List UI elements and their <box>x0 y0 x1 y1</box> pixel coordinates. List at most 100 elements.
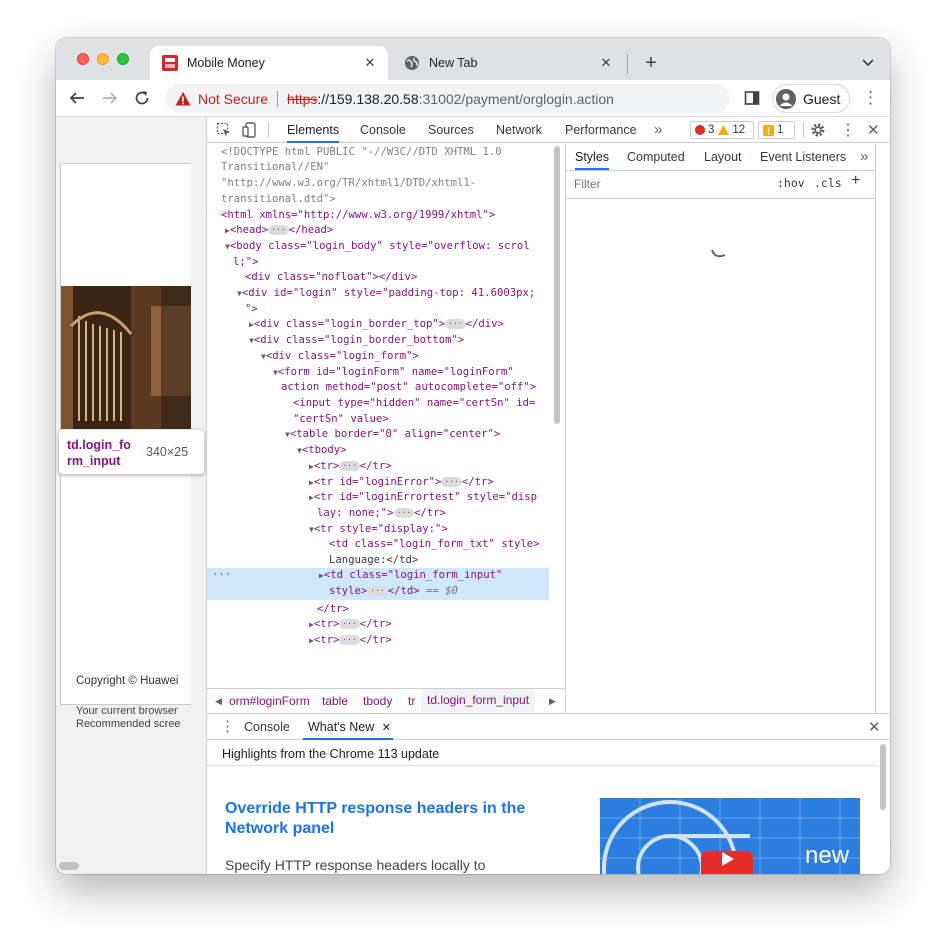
ellipsis-icon[interactable]: ··· <box>268 225 289 235</box>
close-window-button[interactable] <box>77 53 89 65</box>
tab-sources[interactable]: Sources <box>428 117 474 143</box>
dom-node-head[interactable]: ▶<head> ··· </head> <box>225 223 565 239</box>
dom-node-tbody[interactable]: ▼<tbody> <box>297 443 565 459</box>
dom-node-tr[interactable]: ▶<tr> ··· </tr> <box>309 633 565 648</box>
reading-list-button[interactable] <box>741 87 763 109</box>
ellipsis-icon[interactable]: ··· <box>445 319 466 329</box>
dom-node-input[interactable]: <input type="hidden" name="certSn" id= <box>293 396 565 412</box>
omnibox-divider <box>277 90 279 107</box>
new-tab-button[interactable]: + <box>640 52 662 74</box>
breadcrumb-right-icon[interactable]: ▶ <box>549 696 556 707</box>
elements-tree[interactable]: <!DOCTYPE html PUBLIC "-//W3C//DTD XHTML… <box>207 144 565 648</box>
dom-node-login-form[interactable]: ▼<div class="login_form"> <box>261 349 565 365</box>
reload-button[interactable] <box>131 87 153 109</box>
tab-network[interactable]: Network <box>496 117 542 143</box>
breadcrumb-item[interactable]: tr <box>408 694 415 708</box>
styles-pane: Styles Computed Layout Event Listeners »… <box>566 144 890 713</box>
ellipsis-icon[interactable]: ··· <box>339 461 360 471</box>
breadcrumb-item[interactable]: table <box>322 694 348 708</box>
warning-icon <box>718 125 730 135</box>
device-toolbar-icon[interactable] <box>242 122 258 138</box>
tab-search-chevron-icon[interactable] <box>858 53 878 73</box>
dom-node-border-top[interactable]: ▶<div class="login_border_top"> ··· </div> <box>249 317 565 333</box>
more-tabs-icon[interactable]: » <box>860 144 868 170</box>
dom-line: l;"> <box>233 256 259 268</box>
tab-styles[interactable]: Styles <box>575 144 610 170</box>
back-button[interactable] <box>66 87 88 109</box>
not-secure-label[interactable]: Not Secure <box>198 91 268 107</box>
forward-arrow-icon <box>103 92 118 104</box>
ellipsis-icon[interactable]: ··· <box>441 477 462 487</box>
styles-filter-input[interactable]: Filter <box>570 175 766 193</box>
horizontal-scrollbar[interactable] <box>59 862 79 870</box>
settings-gear-icon[interactable] <box>810 122 826 138</box>
whats-new-heading: Highlights from the Chrome 113 update <box>222 747 440 761</box>
close-devtools-icon[interactable]: ✕ <box>867 121 880 139</box>
close-drawer-icon[interactable]: ✕ <box>868 718 881 736</box>
drawer-tab-console[interactable]: Console <box>244 714 290 740</box>
dom-node-form[interactable]: ▼<form id="loginForm" name="loginForm" <box>273 365 565 381</box>
dom-node-login-errortest[interactable]: ▶<tr id="loginErrortest" style="disp <box>309 490 565 506</box>
more-actions-icon[interactable]: ··· <box>212 568 231 584</box>
profile-button[interactable]: Guest <box>772 84 850 113</box>
tab-event-listeners[interactable]: Event Listeners <box>760 144 846 170</box>
forward-button[interactable] <box>99 87 121 109</box>
feature-title-link[interactable]: Override HTTP response headers in the Ne… <box>225 799 555 839</box>
dom-node-tr[interactable]: ▶<tr> ··· </tr> <box>309 617 565 633</box>
dom-line[interactable]: <html xmlns="http://www.w3.org/1999/xhtm… <box>221 208 563 224</box>
ellipsis-icon[interactable]: ··· <box>339 635 360 645</box>
ellipsis-icon[interactable]: ··· <box>367 586 388 596</box>
drawer-tab-whats-new[interactable]: What's New ✕ <box>303 714 393 740</box>
tab-title: New Tab <box>429 56 478 70</box>
cls-toggle[interactable]: .cls <box>814 176 842 190</box>
dom-node-selected[interactable]: ··· ▶<td class="login_form_input" style>… <box>207 568 549 600</box>
breadcrumb-item-active[interactable]: td.login_form_input <box>421 689 536 712</box>
ellipsis-icon[interactable]: ··· <box>339 619 360 629</box>
tab-console[interactable]: Console <box>360 117 406 143</box>
new-style-rule-icon[interactable]: + <box>851 172 860 190</box>
tab-computed[interactable]: Computed <box>627 144 685 170</box>
dom-node-nofloat[interactable]: <div class="nofloat"></div> <box>245 270 565 286</box>
drawer-menu-icon[interactable]: ⋮ <box>220 717 235 735</box>
issues-counter[interactable]: 1 <box>758 121 795 139</box>
tab-mobile-money[interactable]: Mobile Money ✕ <box>150 46 388 80</box>
more-tabs-icon[interactable]: » <box>654 117 662 143</box>
close-tab-icon[interactable]: ✕ <box>362 55 378 71</box>
scrollbar-thumb[interactable] <box>554 146 560 424</box>
dom-node-table[interactable]: ▼<table border="0" align="center"> <box>285 427 565 443</box>
dom-line: action method="post" autocomplete="off"> <box>281 381 537 393</box>
tab-new-tab[interactable]: New Tab ✕ <box>392 46 624 80</box>
tab-elements[interactable]: Elements <box>287 117 340 143</box>
dom-node-td-txt[interactable]: <td class="login_form_txt" style> <box>329 537 565 553</box>
hov-toggle[interactable]: :hov <box>777 176 805 190</box>
dom-node-login[interactable]: ▼<div id="login" style="padding-top: 41.… <box>237 286 565 302</box>
dom-node-body[interactable]: ▼<body class="login_body" style="overflo… <box>225 239 565 255</box>
breadcrumb-item[interactable]: tbody <box>363 694 392 708</box>
scrollbar-thumb[interactable] <box>880 744 886 810</box>
close-tab-icon[interactable]: ✕ <box>382 722 391 734</box>
dom-node-tr-display[interactable]: ▼<tr style="display:"> <box>309 522 565 538</box>
tab-layout[interactable]: Layout <box>704 144 742 170</box>
breadcrumb-item[interactable]: orm#loginForm <box>229 694 310 708</box>
dom-node-tr[interactable]: ▶<tr> ··· </tr> <box>309 459 565 475</box>
dom-node-login-error[interactable]: ▶<tr id="loginError"> ··· </tr> <box>309 475 565 491</box>
dom-node-border-bottom[interactable]: ▼<div class="login_border_bottom"> <box>249 333 565 349</box>
error-warning-counter[interactable]: 3 12 <box>690 121 754 139</box>
breadcrumb-left-icon[interactable]: ◀ <box>215 696 222 707</box>
warning-count: 12 <box>732 124 746 136</box>
inspect-tooltip: td.login_fo rm_input 340×25 <box>59 430 204 474</box>
close-tab-icon[interactable]: ✕ <box>598 55 614 71</box>
browser-menu-icon[interactable]: ⋮ <box>862 88 879 108</box>
side-panel-icon <box>744 91 760 105</box>
address-bar[interactable]: Not Secure https://159.138.20.58:31002/p… <box>165 84 730 113</box>
ellipsis-icon[interactable]: ··· <box>393 508 414 518</box>
tab-performance[interactable]: Performance <box>565 117 637 143</box>
minimize-window-button[interactable] <box>97 53 109 65</box>
feature-video-thumbnail[interactable]: new <box>600 798 860 874</box>
devtools-menu-icon[interactable]: ⋮ <box>840 120 856 140</box>
elements-scrollbar[interactable] <box>553 144 561 648</box>
drawer-scrollbar[interactable] <box>879 744 887 874</box>
dom-line: Language:</td> <box>329 554 419 566</box>
inspect-element-icon[interactable] <box>216 122 232 138</box>
zoom-window-button[interactable] <box>117 53 129 65</box>
